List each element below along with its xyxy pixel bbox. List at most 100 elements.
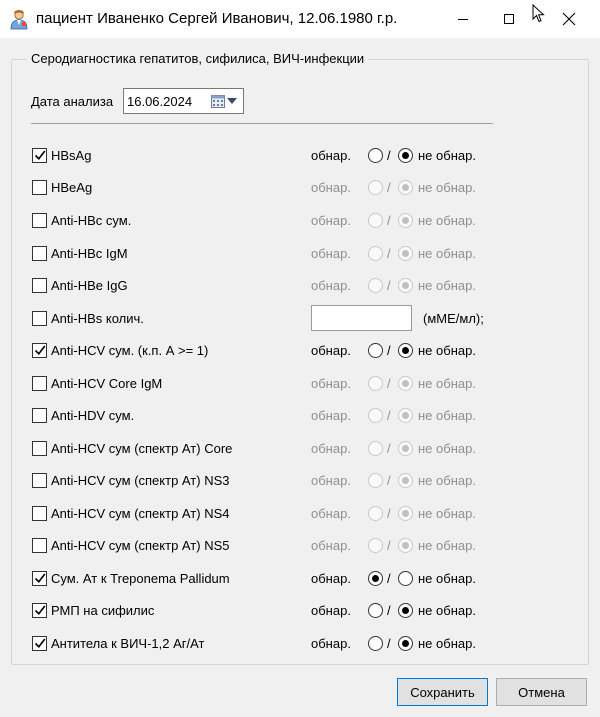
test-label: Anti-HCV сум (спектр Ат) NS4 <box>51 506 230 521</box>
test-label: HBsAg <box>51 148 92 163</box>
not-detected-radio[interactable] <box>398 148 413 163</box>
not-detected-radio[interactable] <box>398 603 413 618</box>
checkmark-icon <box>34 345 46 356</box>
test-row: Anti-HCV сум (спектр Ат) NS3 обнар. / не об… <box>0 472 600 494</box>
not-detected-label: не обнар. <box>418 246 476 261</box>
test-row: Anti-HCV сум (спектр Ат) Core обнар. / не о… <box>0 440 600 462</box>
not-detected-radio[interactable] <box>398 213 413 228</box>
test-checkbox[interactable] <box>32 213 47 228</box>
not-detected-radio[interactable] <box>398 180 413 195</box>
detected-radio[interactable] <box>368 213 383 228</box>
not-detected-radio[interactable] <box>398 506 413 521</box>
test-checkbox[interactable] <box>32 148 47 163</box>
group-title: Серодиагностика гепатитов, сифилиса, ВИЧ… <box>27 51 369 66</box>
unit-label: (мМЕ/мл); <box>423 311 484 326</box>
detected-label: обнар. <box>311 213 351 228</box>
test-checkbox[interactable] <box>32 376 47 391</box>
not-detected-label: не обнар. <box>418 343 476 358</box>
not-detected-label: не обнар. <box>418 376 476 391</box>
test-checkbox[interactable] <box>32 571 47 586</box>
minimize-button[interactable] <box>440 0 486 38</box>
detected-radio[interactable] <box>368 473 383 488</box>
quantity-input[interactable] <box>311 305 412 331</box>
close-icon <box>562 12 576 26</box>
maximize-button[interactable] <box>486 0 532 38</box>
not-detected-radio[interactable] <box>398 538 413 553</box>
detected-label: обнар. <box>311 376 351 391</box>
test-label: РМП на сифилис <box>51 603 155 618</box>
detected-radio[interactable] <box>368 376 383 391</box>
not-detected-radio[interactable] <box>398 376 413 391</box>
detected-radio[interactable] <box>368 343 383 358</box>
detected-radio[interactable] <box>368 441 383 456</box>
radio-separator: / <box>387 148 391 163</box>
not-detected-radio[interactable] <box>398 278 413 293</box>
test-label: Сум. Ат к Treponema Pallidum <box>51 571 230 586</box>
test-checkbox[interactable] <box>32 278 47 293</box>
detected-radio[interactable] <box>368 603 383 618</box>
detected-label: обнар. <box>311 636 351 651</box>
calendar-icon[interactable] <box>211 94 225 108</box>
radio-separator: / <box>387 571 391 586</box>
radio-separator: / <box>387 246 391 261</box>
detected-label: обнар. <box>311 278 351 293</box>
detected-label: обнар. <box>311 473 351 488</box>
test-row: Anti-HBc сум. обнар. / не обнар. <box>0 212 600 234</box>
detected-radio[interactable] <box>368 636 383 651</box>
checkmark-icon <box>34 638 46 649</box>
radio-separator: / <box>387 343 391 358</box>
test-row: HBeAg обнар. / не обнар. <box>0 179 600 201</box>
detected-radio[interactable] <box>368 506 383 521</box>
not-detected-radio[interactable] <box>398 441 413 456</box>
detected-radio[interactable] <box>368 278 383 293</box>
radio-separator: / <box>387 180 391 195</box>
test-checkbox[interactable] <box>32 246 47 261</box>
test-checkbox[interactable] <box>32 311 47 326</box>
test-label: Anti-HBc IgM <box>51 246 128 261</box>
test-checkbox[interactable] <box>32 636 47 651</box>
test-checkbox[interactable] <box>32 343 47 358</box>
test-checkbox[interactable] <box>32 603 47 618</box>
close-button[interactable] <box>546 0 592 38</box>
not-detected-radio[interactable] <box>398 473 413 488</box>
analysis-date-label: Дата анализа <box>31 94 114 109</box>
date-dropdown-arrow-icon[interactable] <box>227 98 237 104</box>
not-detected-radio[interactable] <box>398 408 413 423</box>
radio-separator: / <box>387 506 391 521</box>
test-label: Антитела к ВИЧ-1,2 Аг/Ат <box>51 636 205 651</box>
detected-radio[interactable] <box>368 408 383 423</box>
window-title: пациент Иваненко Сергей Иванович, 12.06.… <box>36 10 398 27</box>
detected-label: обнар. <box>311 408 351 423</box>
not-detected-radio[interactable] <box>398 571 413 586</box>
separator <box>31 123 493 124</box>
test-label: Anti-HCV Core IgM <box>51 376 163 391</box>
test-row: Anti-HCV Core IgM обнар. / не обнар. <box>0 375 600 397</box>
detected-radio[interactable] <box>368 571 383 586</box>
cancel-button[interactable]: Отмена <box>496 678 587 706</box>
radio-separator: / <box>387 473 391 488</box>
detected-radio[interactable] <box>368 246 383 261</box>
checkmark-icon <box>34 150 46 161</box>
not-detected-radio[interactable] <box>398 636 413 651</box>
checkmark-icon <box>34 605 46 616</box>
test-row: Anti-HCV сум. (к.п. А >= 1) обнар. / не обн… <box>0 342 600 364</box>
test-checkbox[interactable] <box>32 506 47 521</box>
detected-label: обнар. <box>311 246 351 261</box>
radio-separator: / <box>387 636 391 651</box>
test-row: Anti-HBe IgG обнар. / не обнар. <box>0 277 600 299</box>
test-label: Anti-HCV сум (спектр Ат) Core <box>51 441 233 456</box>
save-button[interactable]: Сохранить <box>397 678 488 706</box>
test-checkbox[interactable] <box>32 408 47 423</box>
test-checkbox[interactable] <box>32 538 47 553</box>
test-checkbox[interactable] <box>32 180 47 195</box>
detected-radio[interactable] <box>368 538 383 553</box>
checkmark-icon <box>34 573 46 584</box>
not-detected-radio[interactable] <box>398 343 413 358</box>
analysis-date-picker[interactable]: 16.06.2024 <box>123 88 244 114</box>
not-detected-radio[interactable] <box>398 246 413 261</box>
test-checkbox[interactable] <box>32 441 47 456</box>
test-label: Anti-HCV сум (спектр Ат) NS3 <box>51 473 230 488</box>
test-checkbox[interactable] <box>32 473 47 488</box>
detected-radio[interactable] <box>368 180 383 195</box>
detected-radio[interactable] <box>368 148 383 163</box>
